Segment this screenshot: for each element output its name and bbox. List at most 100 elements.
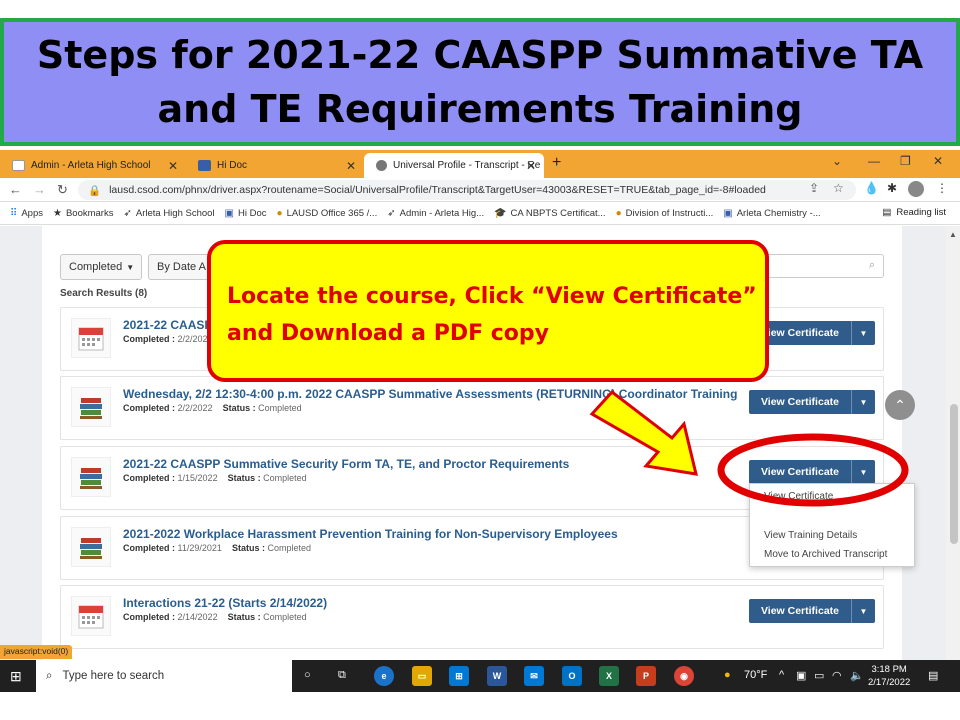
outlook-icon[interactable]: O	[562, 666, 582, 686]
network-icon[interactable]: ▣	[796, 669, 806, 682]
share-icon[interactable]: ⇪	[809, 181, 819, 195]
avatar[interactable]	[908, 181, 924, 200]
bookmark-admin-arleta[interactable]: ➶ Admin - Arleta Hig...	[387, 208, 484, 219]
slide-title: Steps for 2021-22 CAASPP Summative TA an…	[36, 33, 924, 131]
view-certificate-button[interactable]: View Certificate ▼	[749, 390, 875, 414]
bookmark-arleta-chemistry[interactable]: ▣ Arleta Chemistry -...	[723, 208, 820, 219]
results-count: Search Results (8)	[60, 288, 148, 299]
bookmark-arleta-high[interactable]: ➶ Arleta High School	[123, 208, 214, 219]
books-icon	[71, 527, 111, 567]
kebab-menu-icon[interactable]: ⋮	[936, 181, 948, 195]
course-meta: Completed : 1/15/2022 Status : Completed	[123, 473, 307, 483]
bookmark-ca-nbpts[interactable]: 🎓 CA NBPTS Certificat...	[494, 208, 605, 219]
search-icon: ⌕	[868, 259, 875, 271]
instruction-callout: Locate the course, Click “View Certifica…	[207, 240, 769, 382]
tab-search-chevron-icon[interactable]: ⌄	[832, 154, 842, 168]
taskbar-search-input[interactable]: ⌕ Type here to search	[36, 660, 292, 692]
course-title-link[interactable]: Wednesday, 2/2 12:30-4:00 p.m. 2022 CAAS…	[123, 387, 737, 401]
scroll-to-top-button[interactable]: ⌃	[885, 390, 915, 420]
eagle-icon	[12, 160, 25, 171]
restore-icon[interactable]: ❐	[900, 154, 911, 168]
course-meta: Completed : 2/14/2022 Status : Completed	[123, 612, 307, 622]
bookmark-lausd-office[interactable]: ● LAUSD Office 365 /...	[277, 208, 378, 219]
lock-icon: 🔒	[88, 184, 102, 197]
caret-down-icon[interactable]: ▼	[851, 460, 875, 484]
scroll-up-icon[interactable]: ▲	[949, 230, 957, 239]
globe-icon	[376, 160, 387, 171]
back-arrow-icon[interactable]: ←	[9, 182, 22, 197]
course-meta: Completed : 11/29/2021 Status : Complete…	[123, 543, 311, 553]
view-certificate-button[interactable]: View Certificate ▼	[749, 460, 875, 484]
close-window-icon[interactable]: ✕	[933, 154, 943, 168]
mail-icon[interactable]: ✉	[524, 666, 544, 686]
minimize-icon[interactable]: —	[868, 154, 880, 168]
chrome-icon[interactable]: ◉	[674, 666, 694, 686]
course-meta: Completed : 2/2/2022 Status : Completed	[123, 403, 302, 413]
page-scrollbar[interactable]: ▲	[946, 226, 960, 660]
globe-icon: ●	[276, 208, 283, 219]
course-title-link[interactable]: 2021-2022 Workplace Harassment Preventio…	[123, 527, 618, 541]
close-icon[interactable]: ✕	[168, 159, 178, 173]
caret-down-icon[interactable]: ▼	[851, 390, 875, 414]
graduation-cap-icon: 🎓	[494, 208, 507, 219]
apps-grid-icon: ⠿	[10, 208, 18, 219]
course-title-link[interactable]: 2021-22 CAASP	[123, 318, 212, 332]
drop-extension-icon[interactable]: 💧	[864, 181, 879, 195]
puzzle-extension-icon[interactable]: ✱	[887, 181, 897, 195]
bookmark-hi-doc[interactable]: ▣ Hi Doc	[225, 208, 267, 219]
certificate-options-menu: View Certificate View Training Details M…	[749, 483, 915, 567]
powerpoint-icon[interactable]: P	[636, 666, 656, 686]
callout-text: Locate the course, Click “View Certifica…	[227, 284, 757, 346]
weather-icon[interactable]: ●	[724, 669, 731, 681]
chevron-up-icon: ⌃	[894, 396, 906, 413]
bookmark-division[interactable]: ● Division of Instructi...	[616, 208, 714, 219]
url-input[interactable]: 🔒 lausd.csod.com/phnx/driver.aspx?routen…	[78, 180, 856, 200]
doc-icon	[198, 160, 211, 171]
caret-down-icon[interactable]: ▼	[851, 321, 875, 345]
excel-icon[interactable]: X	[599, 666, 619, 686]
status-filter-dropdown[interactable]: Completed ▼	[60, 254, 142, 280]
menu-item-view-certificate[interactable]: View Certificate	[764, 491, 833, 502]
slide-title-banner: Steps for 2021-22 CAASPP Summative TA an…	[0, 18, 960, 146]
new-tab-icon[interactable]: +	[552, 154, 561, 172]
menu-item-view-training-details[interactable]: View Training Details	[764, 530, 857, 541]
reading-list-icon: ▤	[882, 207, 892, 218]
view-certificate-button[interactable]: View Certificate ▼	[749, 599, 875, 623]
course-title-link[interactable]: Interactions 21-22 (Starts 2/14/2022)	[123, 596, 327, 610]
reload-icon[interactable]: ↻	[57, 182, 68, 198]
volume-icon[interactable]: 🔈	[850, 669, 864, 682]
caret-down-icon: ▼	[126, 262, 135, 272]
forward-arrow-icon[interactable]: →	[33, 182, 46, 197]
books-icon	[71, 457, 111, 497]
word-icon[interactable]: W	[487, 666, 507, 686]
bookmark-apps[interactable]: ⠿ Apps	[10, 208, 43, 219]
battery-icon[interactable]: ▭	[814, 669, 824, 682]
windows-start-icon[interactable]: ⊞	[10, 668, 22, 685]
browser-tab-bar: Admin - Arleta High School ✕ Hi Doc ✕ Un…	[0, 150, 960, 178]
wifi-icon[interactable]: ◠	[832, 669, 842, 682]
bookmark-bookmarks[interactable]: ★ Bookmarks	[53, 208, 113, 219]
cortana-icon[interactable]: ○	[304, 669, 311, 681]
menu-item-move-to-archived[interactable]: Move to Archived Transcript	[764, 549, 887, 560]
tab-label: Hi Doc	[217, 160, 248, 171]
file-explorer-icon[interactable]: ▭	[412, 666, 432, 686]
task-view-icon[interactable]: ⧉	[338, 669, 346, 682]
star-icon[interactable]: ☆	[833, 181, 844, 195]
reading-list[interactable]: ▤ Reading list	[882, 207, 946, 218]
scrollbar-thumb[interactable]	[950, 404, 958, 544]
course-title-link[interactable]: 2021-22 CAASPP Summative Security Form T…	[123, 457, 569, 471]
taskbar-clock[interactable]: 3:18 PM 2/17/2022	[868, 663, 910, 689]
globe-icon: ●	[615, 208, 622, 219]
store-icon[interactable]: ⊞	[449, 666, 469, 686]
close-icon[interactable]: ✕	[526, 159, 536, 173]
tab-universal-profile[interactable]: Universal Profile - Transcript - Re ✕	[364, 153, 544, 178]
table-row: Interactions 21-22 (Starts 2/14/2022) Co…	[60, 585, 884, 649]
close-icon[interactable]: ✕	[346, 159, 356, 173]
notifications-icon[interactable]: ▤	[928, 669, 938, 682]
edge-icon[interactable]: e	[374, 666, 394, 686]
tab-admin-arleta[interactable]: Admin - Arleta High School ✕	[0, 153, 186, 178]
tray-chevron-icon[interactable]: ^	[779, 669, 784, 681]
caret-down-icon[interactable]: ▼	[851, 599, 875, 623]
temperature[interactable]: 70°F	[744, 669, 767, 681]
tab-hi-doc[interactable]: Hi Doc ✕	[186, 153, 364, 178]
